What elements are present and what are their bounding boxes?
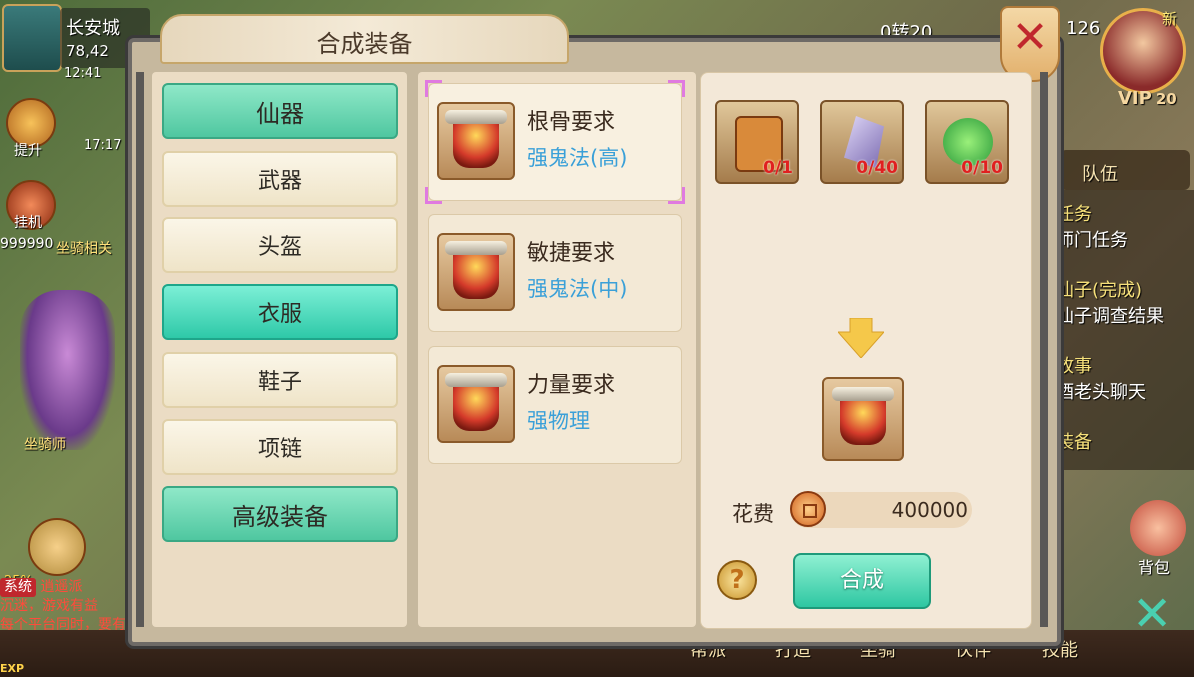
selection-corner [668,187,685,204]
category-xianqi[interactable]: 仙器 [162,83,398,139]
armor-icon [437,233,515,311]
material-slot-1[interactable]: 0/1 [715,100,799,184]
chat-line-2: 沉迷，游戏有益 [0,598,98,614]
material-slot-2[interactable]: 0/40 [820,100,904,184]
item-subtitle: 强物理 [527,409,590,433]
clock: 12:41 [64,66,102,81]
result-equipment-icon[interactable] [822,377,904,461]
npc-master-label: 坐骑师 [24,437,66,453]
item-title: 敏捷要求 [527,241,616,266]
right-rail [1040,72,1048,627]
coin-icon [790,491,826,527]
npc-mount-label: 坐骑相关 [56,241,112,257]
category-weapon[interactable]: 武器 [162,151,398,207]
location-coords: 78,42 [66,42,109,60]
item-subtitle: 强鬼法(中) [527,277,628,301]
armor-icon [437,365,515,443]
quest-4[interactable]: 装备 [1056,428,1092,454]
equipment-item-2[interactable]: 敏捷要求 强鬼法(中) [428,214,682,332]
quest-1[interactable]: 任务 师门任务 [1056,200,1128,252]
left-rail [136,72,144,627]
player-character[interactable] [20,290,115,450]
vip-label: VIP 20 [1118,88,1177,109]
new-badge: 新 [1162,10,1178,28]
material-count: 0/1 [763,158,793,178]
close-button[interactable]: ✕ [1000,6,1060,82]
bag-label[interactable]: 背包 [1138,554,1170,578]
category-advanced[interactable]: 高级装备 [162,486,398,542]
item-subtitle: 强鬼法(高) [527,146,628,170]
vip-level: 20 [1155,90,1177,108]
gold-amount: 999990 [0,236,54,252]
quest-2[interactable]: 仙子(完成) 仙子调查结果 [1056,276,1164,328]
count-label: 126 [1066,18,1101,39]
category-shoes[interactable]: 鞋子 [162,352,398,408]
chat-bubble-icon[interactable] [28,518,86,576]
cost-value: 400000 [891,498,968,522]
item-title: 力量要求 [527,373,616,398]
close-x-icon: ✕ [1011,12,1049,63]
armor-icon [437,102,515,180]
arrow-down-icon [838,318,884,358]
category-helmet[interactable]: 头盔 [162,217,398,273]
dialog-title: 合成装备 [316,30,413,58]
equipment-item-1[interactable]: 根骨要求 强鬼法(高) [425,80,685,204]
team-panel[interactable] [1060,150,1190,190]
team-label[interactable]: 队伍 [1082,160,1118,186]
quest-3[interactable]: 故事 酒老头聊天 [1056,352,1146,404]
help-button[interactable]: ? [717,560,757,600]
selection-corner [668,80,685,97]
craft-button[interactable]: 合成 [793,553,931,609]
category-clothes[interactable]: 衣服 [162,284,398,340]
dialog-title-tab: 合成装备 [160,14,569,64]
hangup-label: 挂机 [14,215,42,231]
equipment-item-3[interactable]: 力量要求 强物理 [428,346,682,464]
category-necklace[interactable]: 项链 [162,419,398,475]
material-slot-3[interactable]: 0/10 [925,100,1009,184]
chat-line-1: 逍遥派 [40,579,83,595]
chat-system-tag: 系统 [0,578,36,597]
selection-corner [425,187,442,204]
bag-icon[interactable] [1130,500,1186,556]
cost-label: 花费 [732,502,774,526]
item-title: 根骨要求 [527,110,616,135]
location-name: 长安城 [66,18,120,39]
map-icon[interactable] [2,4,62,72]
upgrade-label: 提升 [14,143,42,159]
material-count: 0/10 [961,158,1003,178]
material-count: 0/40 [856,158,898,178]
selection-corner [425,80,442,97]
clock-secondary: 17:17 [84,138,122,153]
exp-label: EXP [0,662,25,675]
cost-box: 400000 [790,491,972,528]
